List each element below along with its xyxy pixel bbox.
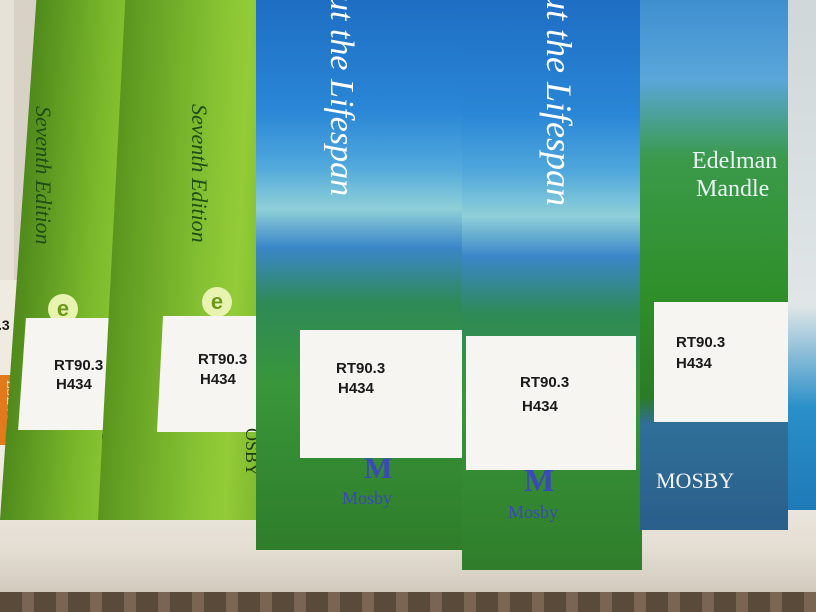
- book-5-publisher: MOSBY: [656, 468, 735, 493]
- book-spine-partial-right: [788, 0, 816, 510]
- book-4-call-line-2: H434: [522, 398, 558, 415]
- book-3-title: ut the Lifespan: [323, 0, 360, 197]
- book-2-logo-icon: e: [202, 287, 232, 317]
- book-1-edition: Seventh Edition: [31, 106, 56, 245]
- book-2-edition: Seventh Edition: [187, 104, 212, 243]
- book-3-call-number-label: [300, 330, 462, 458]
- partial-label-text: .3: [0, 317, 10, 333]
- book-spine-3: [256, 0, 468, 550]
- book-spine-5: [640, 0, 788, 530]
- book-5-author-1: Edelman: [692, 148, 778, 174]
- book-5-call-line-2: H434: [676, 355, 712, 372]
- book-3-mosby-logo-icon: M: [364, 452, 393, 485]
- book-2-call-line-2: H434: [200, 371, 236, 388]
- book-4-call-line-1: RT90.3: [520, 374, 570, 391]
- book-3-publisher: Mosby: [342, 488, 393, 508]
- book-5-call-line-1: RT90.3: [676, 334, 726, 351]
- shelf-edge: [0, 592, 816, 612]
- book-4-mosby-logo-icon: M: [524, 462, 555, 498]
- book-3-call-line-1: RT90.3: [336, 360, 386, 377]
- book-4-publisher: Mosby: [508, 502, 559, 522]
- book-3-call-line-2: H434: [338, 380, 374, 397]
- book-1-call-line-1: RT90.3: [54, 357, 104, 374]
- book-4-title: ut the Lifespan: [539, 0, 579, 206]
- book-5-author-2: Mandle: [696, 176, 770, 202]
- book-1-call-line-2: H434: [56, 376, 92, 393]
- book-2-call-line-1: RT90.3: [198, 351, 248, 368]
